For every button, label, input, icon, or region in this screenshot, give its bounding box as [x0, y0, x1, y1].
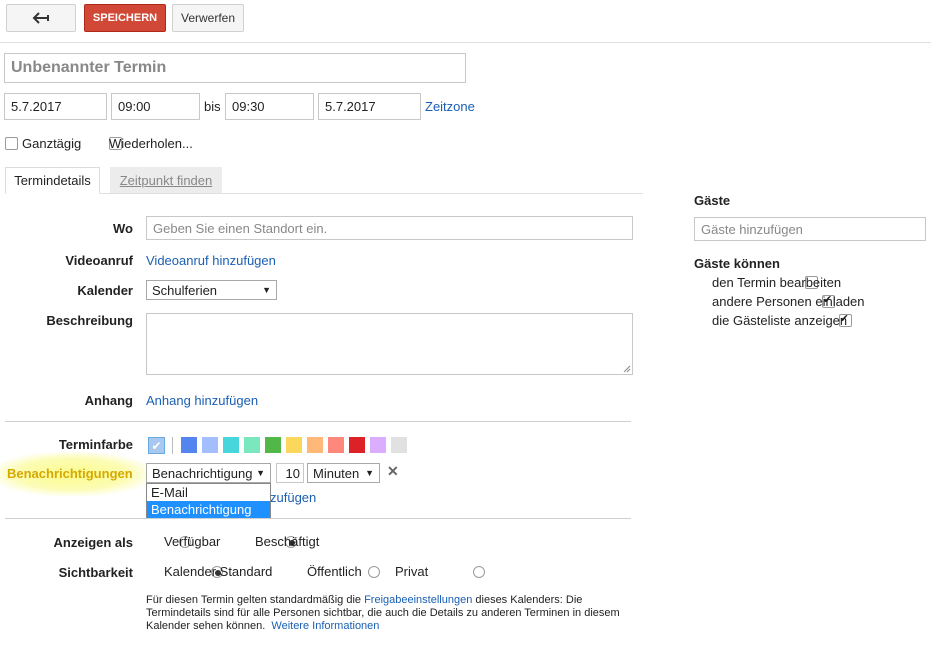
- add-video-call-link[interactable]: Videoanruf hinzufügen: [146, 253, 276, 268]
- visibility-info-text: Für diesen Termin gelten standardmäßig d…: [146, 594, 636, 633]
- tabs-divider: [5, 193, 643, 194]
- all-day-label: Ganztägig: [22, 136, 82, 151]
- dropdown-option-email[interactable]: E-Mail: [147, 484, 270, 501]
- start-time-value: 09:00: [118, 99, 151, 114]
- color-swatch-2[interactable]: [202, 437, 218, 453]
- back-button[interactable]: [6, 4, 76, 32]
- guests-can-heading: Gäste können: [694, 256, 780, 271]
- dropdown-option-notification[interactable]: Benachrichtigung: [147, 501, 270, 518]
- color-swatch-3[interactable]: [223, 437, 239, 453]
- perm-invite-label: andere Personen einladen: [712, 294, 865, 309]
- description-label: Beschreibung: [46, 313, 133, 328]
- show-as-label: Anzeigen als: [53, 535, 133, 550]
- toolbar-divider: [0, 42, 931, 43]
- add-guests-input[interactable]: Gäste hinzufügen: [694, 217, 926, 241]
- where-label: Wo: [113, 221, 133, 236]
- remove-notification-icon[interactable]: ✕: [387, 463, 399, 480]
- guests-heading: Gäste: [694, 193, 731, 208]
- tab-find-time-label: Zeitpunkt finden: [119, 172, 213, 188]
- show-as-available-label: Verfügbar: [164, 534, 221, 549]
- color-swatch-10[interactable]: [370, 437, 386, 453]
- tab-event-details[interactable]: Termindetails: [5, 167, 100, 194]
- color-swatch-4[interactable]: [244, 437, 260, 453]
- visibility-private-label: Privat: [395, 564, 429, 579]
- notifications-label: Benachrichtigungen: [7, 466, 133, 481]
- timezone-link[interactable]: Zeitzone: [425, 99, 475, 114]
- sharing-settings-link[interactable]: Freigabeeinstellungen: [364, 594, 472, 606]
- end-time-value: 09:30: [232, 99, 265, 114]
- visibility-private-radio[interactable]: [472, 566, 485, 578]
- color-swatch-7[interactable]: [307, 437, 323, 453]
- repeat-label: Wiederholen...: [109, 136, 193, 151]
- end-date-input[interactable]: 5.7.2017: [318, 93, 421, 120]
- tab-event-details-label: Termindetails: [14, 173, 91, 188]
- color-swatch-9[interactable]: [349, 437, 365, 453]
- event-title-placeholder: Unbenannter Termin: [11, 59, 167, 76]
- to-label: bis: [204, 99, 221, 114]
- show-as-busy-label: Beschäftigt: [255, 534, 320, 549]
- dropdown-arrow-icon: ▼: [365, 468, 374, 478]
- color-swatch-row: [181, 437, 407, 453]
- dropdown-arrow-icon: ▼: [256, 468, 265, 478]
- info-text-part-2: dieses Kalenders: Die: [472, 594, 583, 606]
- add-guests-placeholder: Gäste hinzufügen: [701, 221, 803, 237]
- notification-type-select[interactable]: Benachrichtigung ▼: [146, 463, 271, 483]
- color-label: Terminfarbe: [58, 437, 133, 452]
- notification-unit-select[interactable]: Minuten ▼: [307, 463, 380, 483]
- end-time-input[interactable]: 09:30: [225, 93, 314, 120]
- info-text-part-1: Für diesen Termin gelten standardmäßig d…: [146, 594, 365, 606]
- location-placeholder: Geben Sie einen Standort ein.: [153, 220, 328, 236]
- visibility-label: Sichtbarkeit: [58, 565, 133, 580]
- calendar-label: Kalender: [77, 283, 133, 298]
- event-title-input[interactable]: Unbenannter Termin: [4, 53, 466, 83]
- notification-type-dropdown: E-Mail Benachrichtigung: [146, 483, 271, 519]
- save-button[interactable]: SPEICHERN: [84, 4, 166, 32]
- section-divider-1: [5, 421, 631, 422]
- color-swatch-1[interactable]: [181, 437, 197, 453]
- more-info-link[interactable]: Weitere Informationen: [271, 620, 379, 632]
- start-date-value: 5.7.2017: [11, 99, 62, 114]
- start-date-input[interactable]: 5.7.2017: [4, 93, 107, 120]
- back-arrow-icon: [32, 12, 49, 24]
- info-text-part-4: Kalender sehen können.: [146, 620, 266, 632]
- calendar-select-value: Schulferien: [152, 282, 218, 298]
- info-text-part-3: Termindetails sind für alle Personen sic…: [146, 607, 620, 619]
- add-attachment-link[interactable]: Anhang hinzufügen: [146, 393, 258, 408]
- dropdown-arrow-icon: ▼: [262, 285, 271, 295]
- section-divider-2: [5, 518, 631, 519]
- tab-find-time[interactable]: Zeitpunkt finden: [110, 167, 222, 193]
- notification-amount-input[interactable]: 10: [276, 463, 304, 483]
- resize-handle-icon[interactable]: [622, 364, 631, 373]
- visibility-public-radio[interactable]: [368, 566, 381, 578]
- color-swatch-5[interactable]: [265, 437, 281, 453]
- perm-edit-label: den Termin bearbeiten: [712, 275, 842, 290]
- add-notification-link[interactable]: zufügen: [270, 490, 316, 505]
- attachment-label: Anhang: [84, 393, 133, 408]
- calendar-select[interactable]: Schulferien ▼: [146, 280, 277, 300]
- end-date-value: 5.7.2017: [325, 99, 376, 114]
- color-separator: [172, 437, 173, 454]
- color-swatch-6[interactable]: [286, 437, 302, 453]
- start-time-input[interactable]: 09:00: [111, 93, 200, 120]
- color-swatch-11[interactable]: [391, 437, 407, 453]
- notification-amount-value: 10: [285, 465, 300, 481]
- color-swatch-8[interactable]: [328, 437, 344, 453]
- visibility-default-label: Kalender Standard: [164, 564, 273, 579]
- all-day-checkbox[interactable]: [5, 137, 18, 150]
- notification-type-value: Benachrichtigung: [152, 465, 253, 481]
- description-textarea[interactable]: [146, 313, 633, 375]
- perm-see-list-label: die Gästeliste anzeigen: [712, 313, 848, 328]
- notification-unit-value: Minuten: [313, 465, 360, 481]
- location-input[interactable]: Geben Sie einen Standort ein.: [146, 216, 633, 240]
- video-label: Videoanruf: [65, 253, 133, 268]
- discard-button[interactable]: Verwerfen: [172, 4, 244, 32]
- visibility-public-label: Öffentlich: [307, 564, 362, 579]
